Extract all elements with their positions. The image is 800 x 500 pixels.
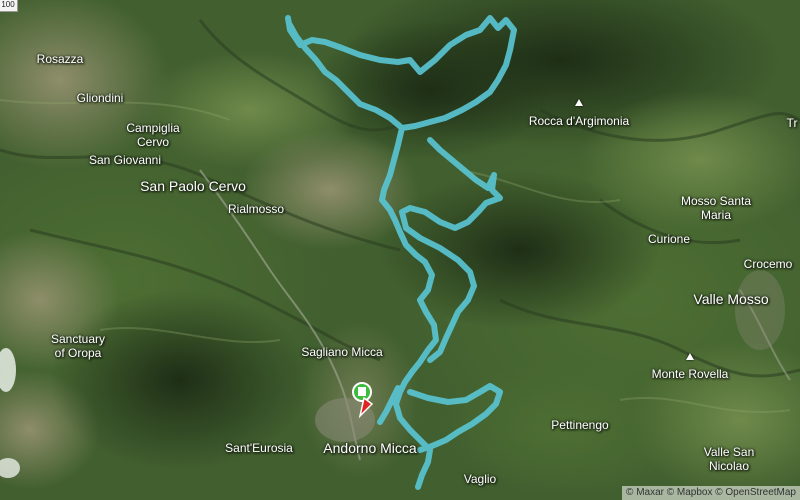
place-label-rocca-argimonia: Rocca d'Argimonia bbox=[528, 114, 630, 128]
place-label-campiglia-cervo: Campiglia Cervo bbox=[126, 121, 180, 149]
place-label-gliondini: Gliondini bbox=[76, 91, 124, 105]
peak-icon bbox=[575, 99, 583, 106]
satellite-terrain bbox=[0, 0, 800, 500]
place-label-rosazza: Rosazza bbox=[36, 52, 84, 66]
peak-icon bbox=[686, 353, 694, 360]
place-label-monte-rovella: Monte Rovella bbox=[651, 367, 729, 381]
map-corner-badge: 100 bbox=[0, 0, 18, 12]
place-label-sant-eurosia: Sant'Eurosia bbox=[225, 441, 293, 455]
place-label-valle-mosso: Valle Mosso bbox=[693, 291, 769, 307]
map-attribution[interactable]: © Maxar © Mapbox © OpenStreetMap bbox=[622, 486, 800, 500]
place-label-sagliano-micca: Sagliano Micca bbox=[301, 345, 383, 359]
place-label-rialmosso: Rialmosso bbox=[227, 202, 285, 216]
place-label-pettinengo: Pettinengo bbox=[551, 418, 609, 432]
place-label-vaglio: Vaglio bbox=[463, 472, 497, 486]
place-label-valle-san-nicolao: Valle San Nicolao bbox=[703, 445, 755, 473]
place-label-curione: Curione bbox=[647, 232, 691, 246]
place-label-san-paolo-cervo: San Paolo Cervo bbox=[140, 178, 246, 194]
place-label-edge: Tr bbox=[786, 116, 798, 130]
attribution-text: © Maxar © Mapbox © OpenStreetMap bbox=[626, 487, 796, 498]
place-label-andorno-micca: Andorno Micca bbox=[323, 440, 417, 456]
place-label-sanctuary-of-oropa: Sanctuary of Oropa bbox=[50, 332, 106, 360]
place-label-san-giovanni: San Giovanni bbox=[88, 153, 162, 167]
place-label-crocemosso: Crocemo bbox=[743, 257, 793, 271]
map-canvas[interactable]: 100 Rosazza Gliondini Campiglia Cervo Sa… bbox=[0, 0, 800, 500]
place-label-mosso-santa-maria: Mosso Santa Maria bbox=[680, 194, 752, 222]
